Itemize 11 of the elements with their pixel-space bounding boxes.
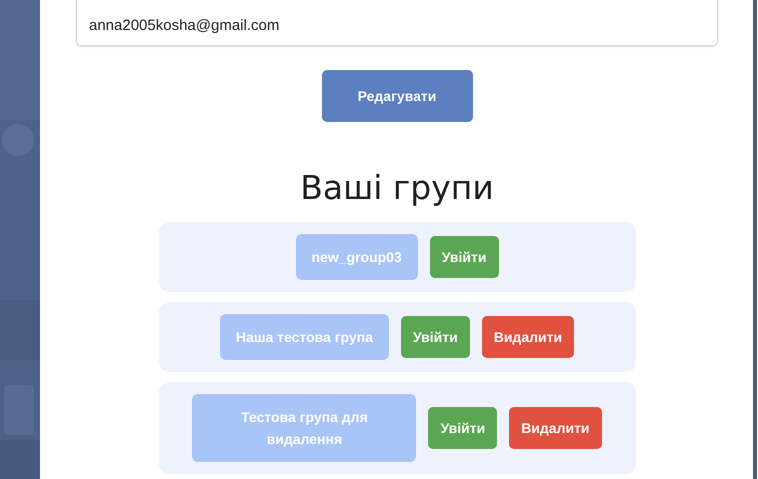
email-field[interactable]: anna2005kosha@gmail.com <box>76 0 718 46</box>
group-name: Тестова група для видалення <box>192 394 416 462</box>
delete-button[interactable]: Видалити <box>482 316 574 358</box>
enter-button[interactable]: Увійти <box>428 407 498 449</box>
group-name: Наша тестова група <box>220 314 389 360</box>
enter-button[interactable]: Увійти <box>430 236 498 278</box>
enter-button[interactable]: Увійти <box>400 316 470 358</box>
group-name: new_group03 <box>296 234 418 280</box>
edit-button[interactable]: Редагувати <box>322 70 472 122</box>
delete-button[interactable]: Видалити <box>509 407 602 449</box>
groups-heading: Ваші групи <box>300 168 494 208</box>
